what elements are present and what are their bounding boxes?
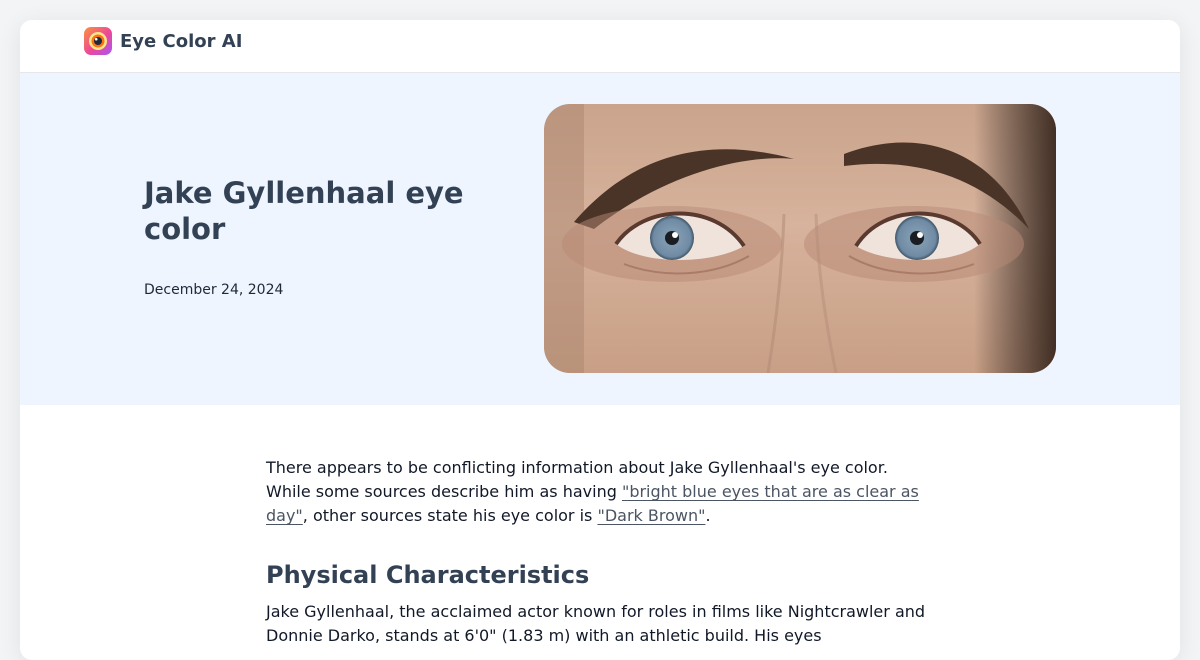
publish-date: December 24, 2024 bbox=[144, 282, 284, 298]
top-navigation-bar: Eye Color AI bbox=[20, 20, 1180, 73]
dark-brown-source-link[interactable]: "Dark Brown" bbox=[597, 506, 705, 525]
intro-text-3: . bbox=[705, 506, 711, 525]
brand-home-link[interactable]: Eye Color AI bbox=[84, 27, 242, 55]
page-card: Eye Color AI Jake Gyllenhaal eye color D… bbox=[20, 20, 1180, 660]
physical-characteristics-paragraph: Jake Gyllenhaal, the acclaimed actor kno… bbox=[266, 602, 926, 645]
hero-section: Jake Gyllenhaal eye color December 24, 2… bbox=[20, 73, 1180, 405]
hero-eyes-image bbox=[544, 104, 1056, 373]
eye-logo-icon bbox=[84, 27, 112, 55]
physical-characteristics-heading: Physical Characteristics bbox=[266, 561, 590, 589]
intro-paragraph: There appears to be conflicting informat… bbox=[266, 456, 936, 528]
page-title: Jake Gyllenhaal eye color bbox=[144, 176, 464, 246]
eyes-photo-illustration bbox=[544, 104, 1056, 373]
article-body: There appears to be conflicting informat… bbox=[266, 456, 936, 648]
intro-text-2: , other sources state his eye color is bbox=[302, 506, 598, 525]
brand-name: Eye Color AI bbox=[120, 30, 243, 52]
